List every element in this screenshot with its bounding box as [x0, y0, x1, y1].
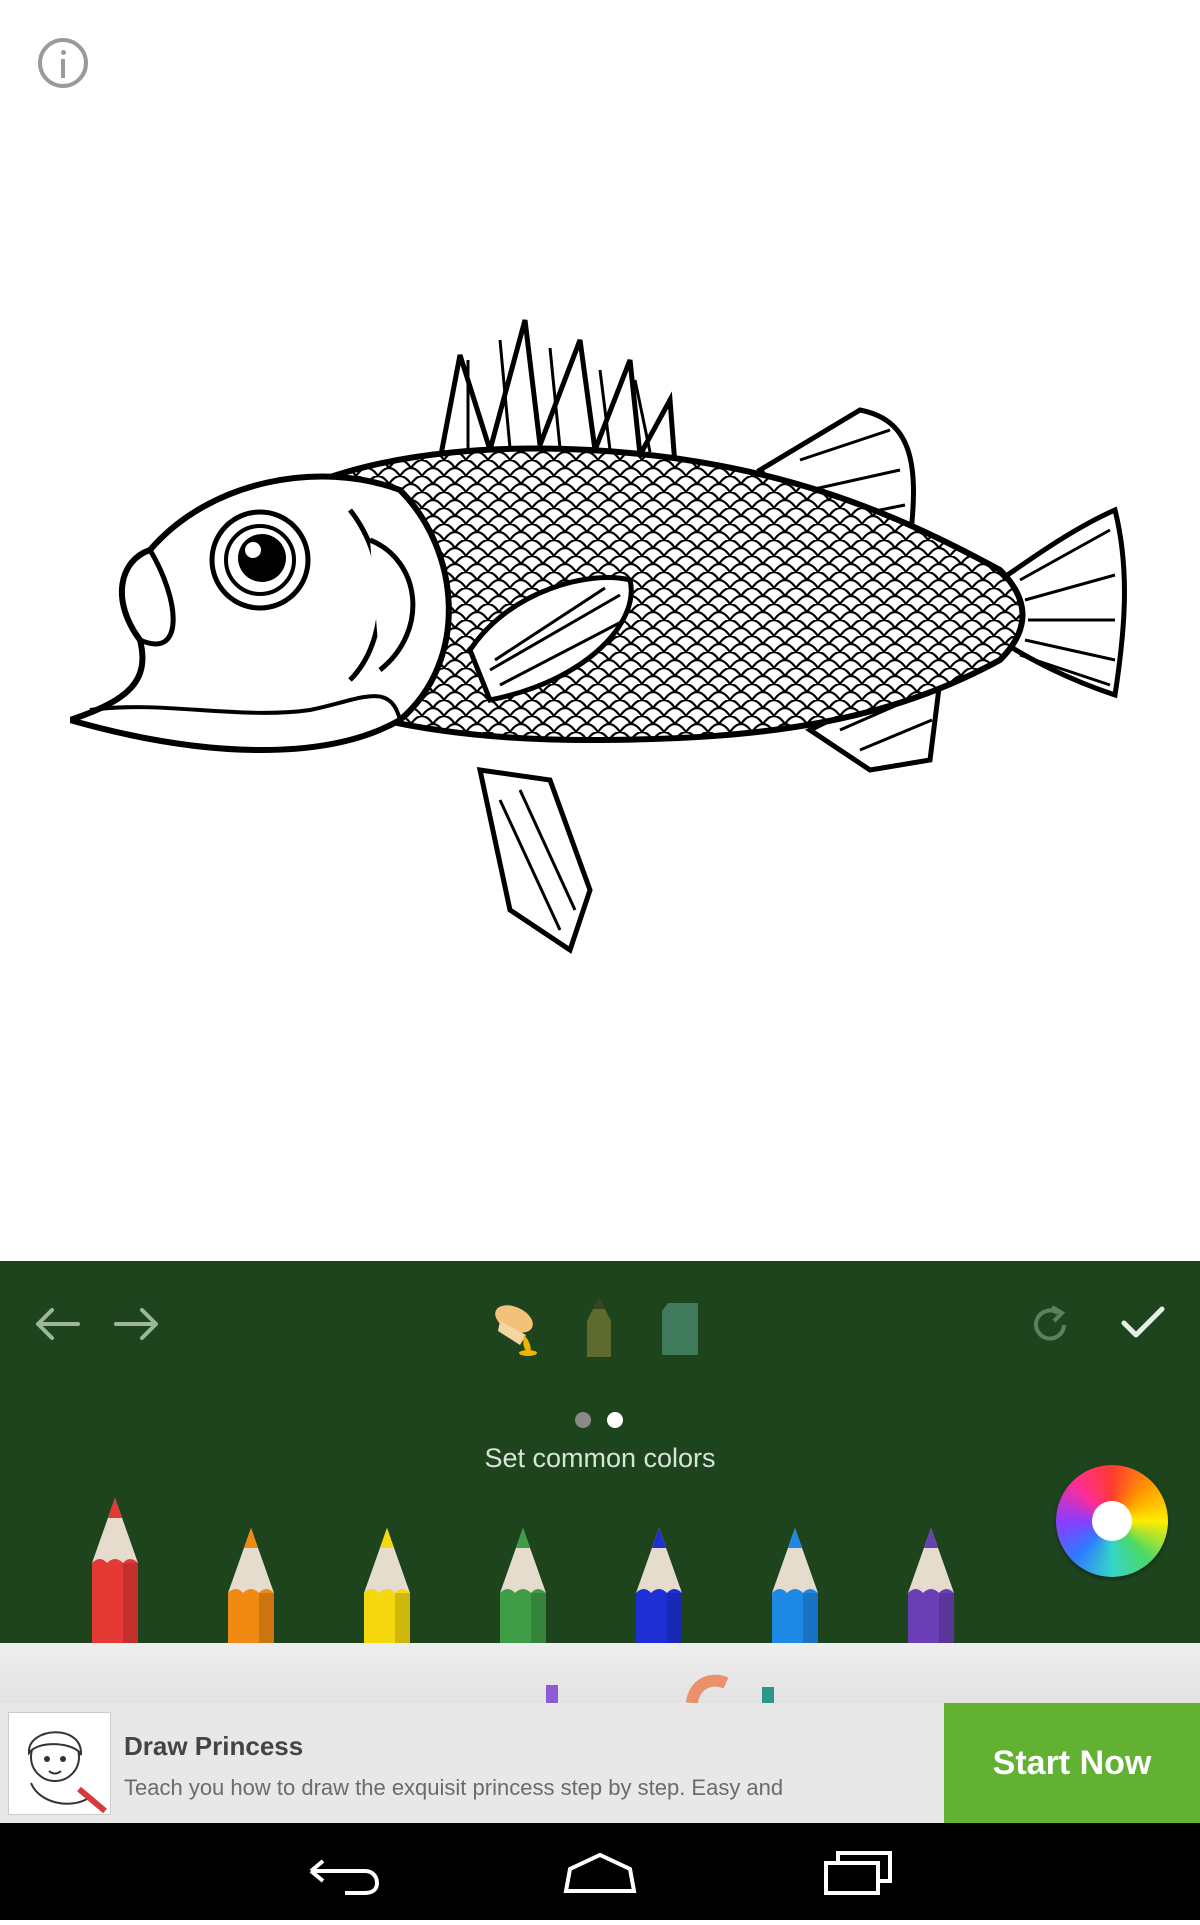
- pencil-tool-icon[interactable]: [586, 1295, 612, 1359]
- undo-arrow-icon[interactable]: [32, 1306, 82, 1342]
- pencil-palette: [92, 1498, 954, 1643]
- page-dot-active[interactable]: [607, 1412, 623, 1428]
- ad-thumbnail[interactable]: [8, 1712, 111, 1815]
- pencil-green[interactable]: [500, 1528, 546, 1643]
- ad-banner[interactable]: Draw Princess Teach you how to draw the …: [0, 1703, 1200, 1823]
- start-now-button[interactable]: Start Now: [944, 1703, 1200, 1823]
- eraser-icon[interactable]: [660, 1301, 700, 1357]
- recents-nav-icon[interactable]: [798, 1823, 918, 1920]
- pencil-sky[interactable]: [772, 1528, 818, 1643]
- ad-title[interactable]: Draw Princess: [124, 1731, 303, 1762]
- pencil-yellow[interactable]: [364, 1528, 410, 1643]
- pencil-orange[interactable]: [228, 1528, 274, 1643]
- pencil-blue[interactable]: [636, 1528, 682, 1643]
- ad-description[interactable]: Teach you how to draw the exquisit princ…: [124, 1775, 783, 1801]
- info-icon[interactable]: [38, 38, 88, 88]
- fish-line-art[interactable]: [70, 300, 1130, 960]
- redo-arrow-icon[interactable]: [112, 1306, 162, 1342]
- coloring-canvas[interactable]: [0, 0, 1200, 1261]
- page-dot[interactable]: [575, 1412, 591, 1428]
- system-nav-bar: [0, 1823, 1200, 1920]
- back-nav-icon[interactable]: [283, 1823, 403, 1920]
- page-indicator: [575, 1412, 623, 1428]
- ad-banner-image[interactable]: [0, 1643, 1200, 1703]
- reset-icon[interactable]: [1028, 1303, 1072, 1347]
- pencil-purple[interactable]: [908, 1528, 954, 1643]
- home-nav-icon[interactable]: [540, 1823, 660, 1920]
- done-check-icon[interactable]: [1120, 1305, 1166, 1341]
- pencil-red[interactable]: [92, 1498, 138, 1643]
- paint-bucket-icon[interactable]: [490, 1301, 550, 1357]
- hint-text: Set common colors: [484, 1443, 716, 1473]
